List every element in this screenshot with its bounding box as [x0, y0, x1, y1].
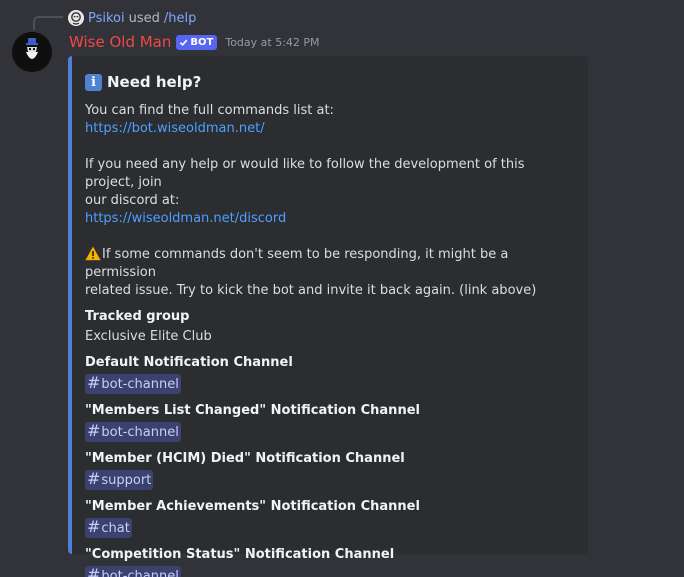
information-icon: i — [85, 73, 102, 91]
channel-hash-icon: # — [87, 373, 101, 392]
field-name: Default Notification Channel — [85, 355, 293, 370]
message-header: Wise Old Man BOT Today at 5:42 PM — [69, 32, 320, 52]
author-name[interactable]: Wise Old Man — [69, 33, 171, 51]
channel-name: chat — [101, 521, 130, 536]
channel-name: bot-channel — [101, 377, 179, 392]
channel-name: bot-channel — [101, 569, 179, 577]
commands-list-text: You can find the full commands list at: — [85, 103, 334, 118]
reply-user-avatar[interactable] — [68, 10, 84, 26]
reply-connector-line — [33, 16, 63, 30]
embed-title: i Need help? — [85, 72, 574, 92]
reply-command[interactable]: /help — [164, 11, 196, 26]
bot-badge-label: BOT — [190, 36, 214, 48]
channel-mention[interactable]: #bot-channel — [85, 566, 181, 577]
message-timestamp[interactable]: Today at 5:42 PM — [225, 36, 319, 49]
channel-name: support — [101, 473, 152, 488]
channel-hash-icon: # — [87, 469, 101, 488]
bot-avatar[interactable] — [12, 32, 52, 72]
field-default-channel: Default Notification Channel #bot-channe… — [85, 354, 574, 394]
discord-invite-link[interactable]: https://wiseoldman.net/discord — [85, 210, 574, 228]
reply-username[interactable]: Psikoi — [88, 11, 125, 26]
field-value: Exclusive Elite Club — [85, 329, 212, 344]
permission-warning-text-1: If some commands don't seem to be respon… — [85, 247, 509, 280]
field-name: "Member (HCIM) Died" Notification Channe… — [85, 451, 405, 466]
bot-badge: BOT — [176, 34, 218, 50]
discord-help-text-line2: our discord at: — [85, 193, 180, 208]
field-name: "Members List Changed" Notification Chan… — [85, 403, 420, 418]
channel-hash-icon: # — [87, 517, 101, 536]
channel-name: bot-channel — [101, 425, 179, 440]
reply-context[interactable]: Psikoi used /help — [68, 9, 196, 27]
verified-check-icon — [180, 39, 188, 46]
channel-mention[interactable]: #chat — [85, 518, 132, 538]
field-hcim-died-channel: "Member (HCIM) Died" Notification Channe… — [85, 450, 574, 490]
field-name: "Competition Status" Notification Channe… — [85, 547, 395, 562]
channel-hash-icon: # — [87, 565, 101, 577]
reply-used-text: used — [128, 10, 160, 26]
field-name: Tracked group — [85, 309, 190, 324]
commands-list-link[interactable]: https://bot.wiseoldman.net/ — [85, 120, 574, 138]
discord-help-text-line1: If you need any help or would like to fo… — [85, 157, 525, 190]
help-embed: i Need help? You can find the full comma… — [68, 56, 588, 577]
embed-description: You can find the full commands list at: … — [85, 102, 574, 300]
channel-mention[interactable]: #bot-channel — [85, 374, 181, 394]
permission-warning-text-2: related issue. Try to kick the bot and i… — [85, 283, 537, 298]
channel-mention[interactable]: #support — [85, 469, 154, 490]
field-tracked-group: Tracked group Exclusive Elite Club — [85, 308, 574, 346]
field-members-list-channel: "Members List Changed" Notification Chan… — [85, 402, 574, 442]
field-achievements-channel: "Member Achievements" Notification Chann… — [85, 498, 574, 538]
field-name: "Member Achievements" Notification Chann… — [85, 499, 420, 514]
permission-warning-line1: If some commands don't seem to be respon… — [85, 246, 574, 282]
warning-icon — [85, 246, 101, 261]
field-competition-channel: "Competition Status" Notification Channe… — [85, 546, 574, 577]
bot-message: Psikoi used /help Wise Old Man BOT Today… — [0, 0, 684, 577]
channel-hash-icon: # — [87, 421, 101, 440]
embed-title-text: Need help? — [107, 73, 202, 91]
channel-mention[interactable]: #bot-channel — [85, 422, 181, 442]
